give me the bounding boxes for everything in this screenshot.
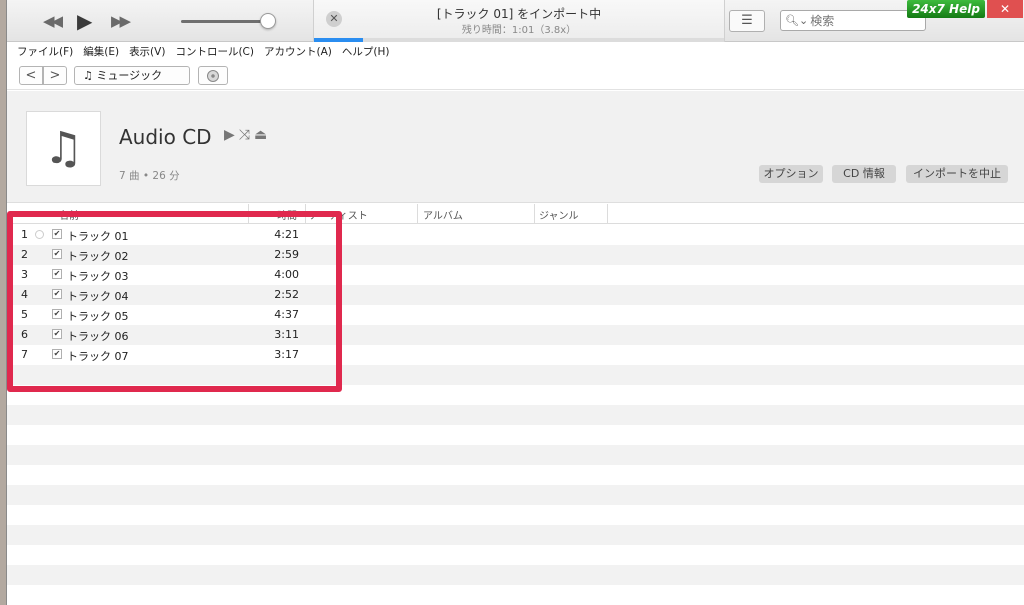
empty-row <box>7 505 1024 525</box>
music-note-icon: ♫ <box>83 69 93 82</box>
empty-row <box>7 585 1024 605</box>
empty-row <box>7 485 1024 505</box>
column-divider <box>534 204 535 224</box>
empty-row <box>7 545 1024 565</box>
rewind-button[interactable]: ◀◀ <box>43 9 63 33</box>
search-input[interactable] <box>810 13 921 28</box>
status-display: ✕ [トラック 01] をインポート中 残り時間：1:01（3.8x） <box>313 0 725 42</box>
album-title: Audio CD <box>119 125 212 149</box>
cd-source-button[interactable] <box>198 66 228 85</box>
menu-view[interactable]: 表示(V) <box>129 44 165 59</box>
menu-file[interactable]: ファイル(F) <box>17 44 73 59</box>
menu-bar: ファイル(F) 編集(E) 表示(V) コントロール(C) アカウント(A) ヘ… <box>7 42 1024 60</box>
menu-edit[interactable]: 編集(E) <box>83 44 119 59</box>
album-artwork: ♫ <box>26 111 101 186</box>
list-icon: ☰ <box>741 13 753 28</box>
empty-row <box>7 465 1024 485</box>
up-next-button[interactable]: ☰ <box>729 10 765 32</box>
player-bar: ◀◀ ▶ ▶▶ ✕ [トラック 01] をインポート中 残り時間：1:01（3.… <box>7 0 1024 42</box>
column-album[interactable]: アルバム <box>423 207 463 222</box>
highlight-annotation <box>7 211 342 392</box>
empty-row <box>7 405 1024 425</box>
search-icon: 🔍︎⌄ <box>785 14 809 27</box>
play-icon: ▶ <box>77 9 93 33</box>
menu-account[interactable]: アカウント(A) <box>264 44 332 59</box>
options-button[interactable]: オプション <box>759 165 823 183</box>
import-status-title: [トラック 01] をインポート中 <box>436 7 602 21</box>
cd-icon <box>207 70 219 82</box>
fast-forward-button[interactable]: ▶▶ <box>111 9 131 33</box>
album-actions: ▶⤨⏏ <box>224 127 271 143</box>
window-close-button[interactable]: ✕ <box>987 0 1023 18</box>
album-header: ♫ Audio CD ▶⤨⏏ 7 曲 • 26 分 オプション CD 情報 イン… <box>7 91 1024 203</box>
cd-info-button[interactable]: CD 情報 <box>832 165 896 183</box>
eject-icon[interactable]: ⏏ <box>254 127 271 143</box>
itunes-window: ◀◀ ▶ ▶▶ ✕ [トラック 01] をインポート中 残り時間：1:01（3.… <box>6 0 1024 605</box>
stop-import-button[interactable]: インポートを中止 <box>906 165 1008 183</box>
rewind-icon: ◀◀ <box>43 12 63 30</box>
empty-row <box>7 425 1024 445</box>
column-genre[interactable]: ジャンル <box>539 207 579 222</box>
shuffle-icon[interactable]: ⤨ <box>239 127 254 143</box>
help-badge[interactable]: 24x7 Help <box>907 0 985 18</box>
play-button[interactable]: ▶ <box>77 9 92 33</box>
back-button[interactable]: < <box>19 66 43 85</box>
menu-help[interactable]: ヘルプ(H) <box>342 44 390 59</box>
menu-controls[interactable]: コントロール(C) <box>175 44 254 59</box>
search-box[interactable]: 🔍︎⌄ <box>780 10 926 31</box>
empty-row <box>7 565 1024 585</box>
play-icon[interactable]: ▶ <box>224 127 239 143</box>
media-kind-label: ミュージック <box>96 69 163 82</box>
volume-slider[interactable] <box>181 20 269 23</box>
empty-row <box>7 525 1024 545</box>
column-divider <box>417 204 418 224</box>
fast-forward-icon: ▶▶ <box>111 12 131 30</box>
music-note-icon: ♫ <box>43 123 84 174</box>
navigation-bar: < > ♫ ミュージック <box>7 62 1024 90</box>
forward-button[interactable]: > <box>43 66 67 85</box>
import-status-remaining: 残り時間：1:01（3.8x） <box>461 25 577 36</box>
volume-slider-thumb[interactable] <box>260 13 276 29</box>
column-divider <box>607 204 608 224</box>
empty-row <box>7 445 1024 465</box>
media-kind-select[interactable]: ♫ ミュージック <box>74 66 190 85</box>
album-meta: 7 曲 • 26 分 <box>119 170 180 182</box>
